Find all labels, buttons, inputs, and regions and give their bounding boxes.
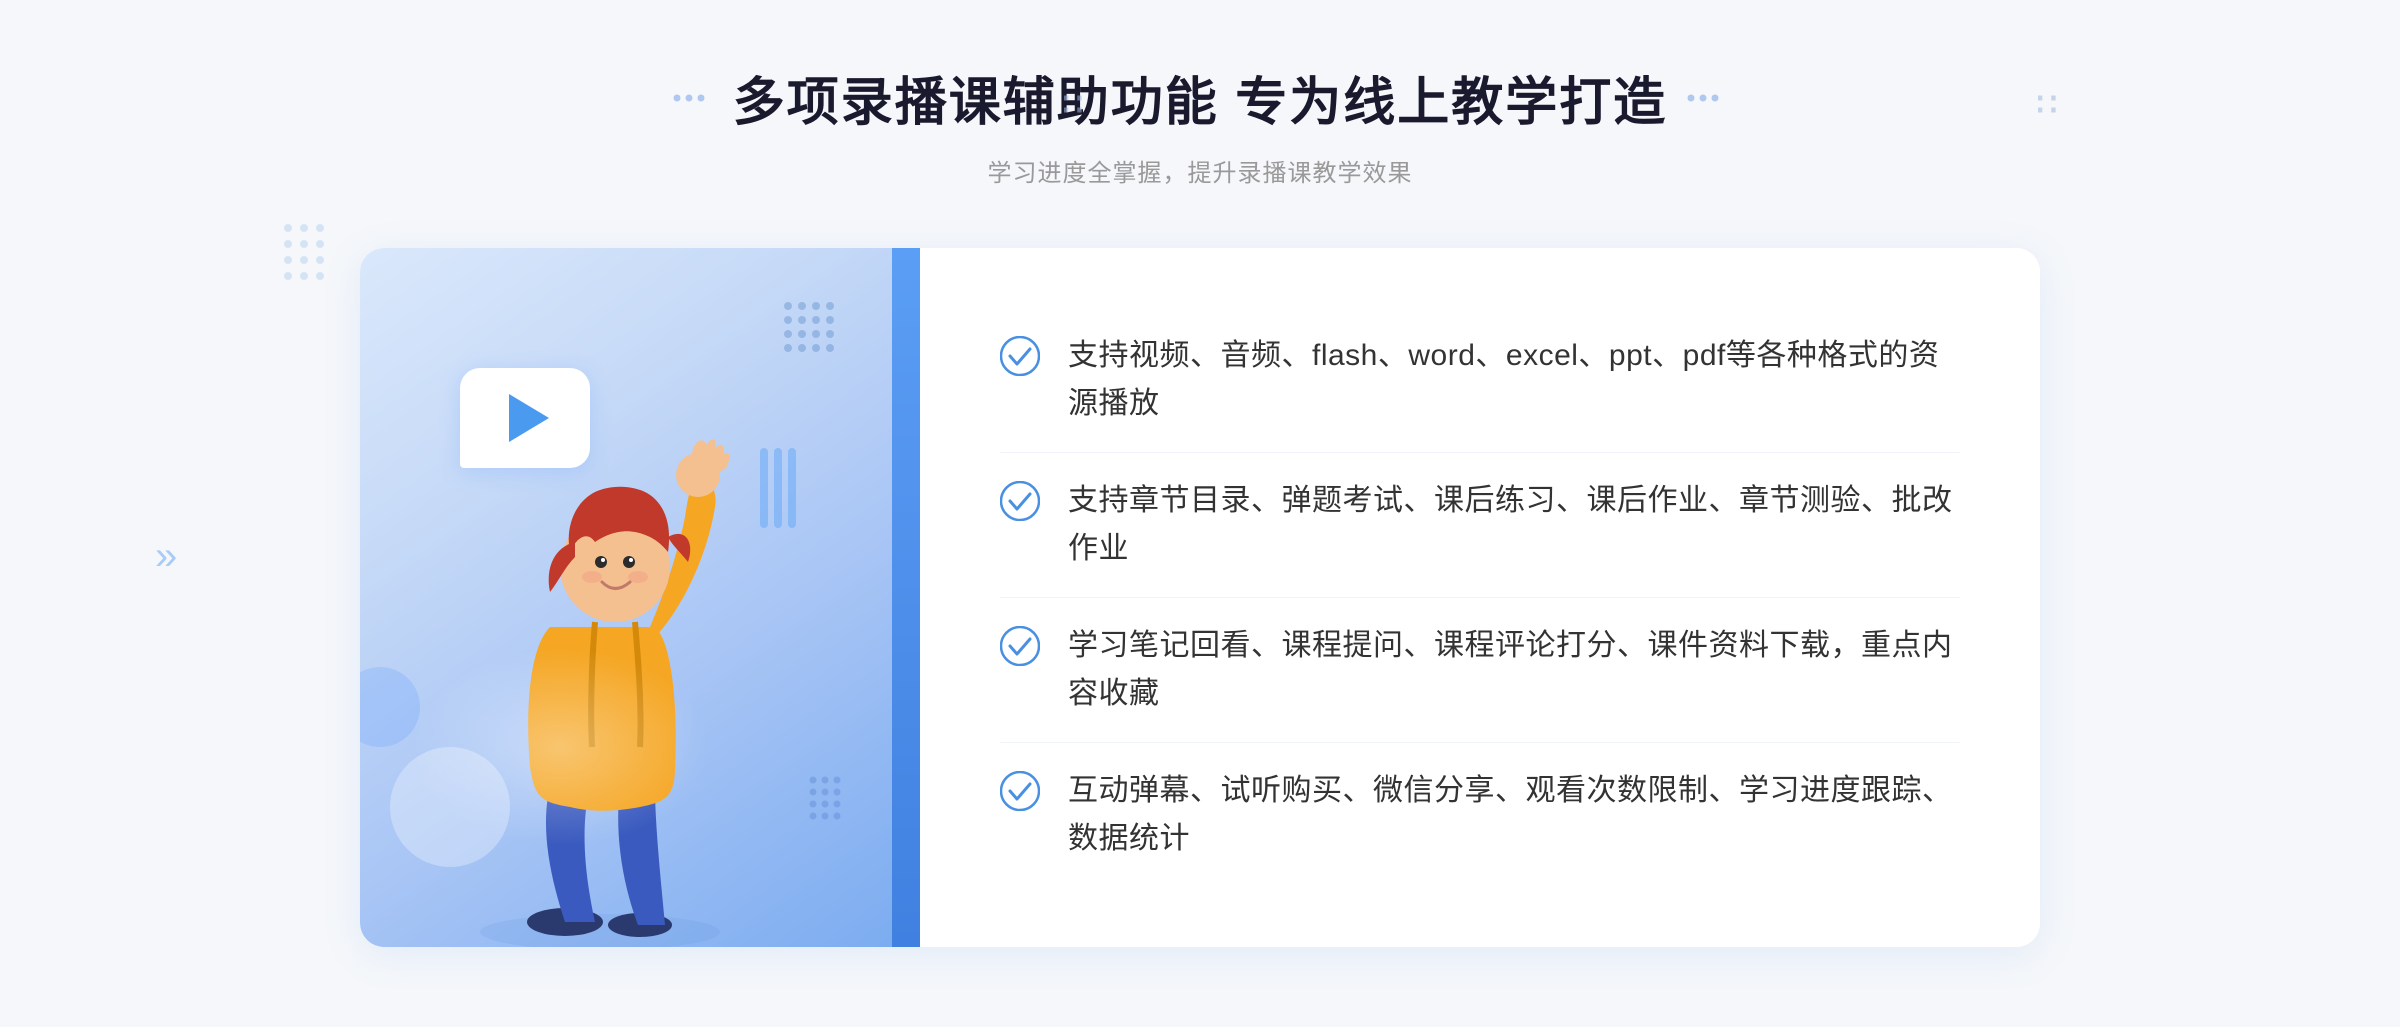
bg-dots-left bbox=[280, 220, 360, 305]
feature-text-3: 学习笔记回看、课程提问、课程评论打分、课件资料下载，重点内容收藏 bbox=[1068, 622, 1960, 718]
header-section: 多项录播课辅助功能 专为线上教学打造 学习进度全掌握，提升录播课教学效果 bbox=[673, 60, 1727, 188]
title-dots-right-outer: ∷ bbox=[2037, 85, 2054, 123]
page-container: 多项录播课辅助功能 专为线上教学打造 学习进度全掌握，提升录播课教学效果 » bbox=[0, 0, 2400, 1027]
title-left-dots bbox=[673, 88, 713, 108]
accent-bar bbox=[892, 248, 920, 947]
content-card: 支持视频、音频、flash、word、excel、ppt、pdf等各种格式的资源… bbox=[360, 248, 2040, 947]
feature-text-1: 支持视频、音频、flash、word、excel、ppt、pdf等各种格式的资源… bbox=[1068, 332, 1960, 428]
deco-circle-small bbox=[360, 667, 420, 747]
feature-text-4: 互动弹幕、试听购买、微信分享、观看次数限制、学习进度跟踪、数据统计 bbox=[1068, 767, 1960, 863]
feature-item-4: 互动弹幕、试听购买、微信分享、观看次数限制、学习进度跟踪、数据统计 bbox=[1000, 743, 1960, 887]
features-panel: 支持视频、音频、flash、word、excel、ppt、pdf等各种格式的资源… bbox=[920, 248, 2040, 947]
title-right-dots bbox=[1687, 88, 1727, 108]
check-icon-3 bbox=[1000, 626, 1040, 666]
svg-text:»: » bbox=[155, 534, 177, 573]
feature-item-3: 学习笔记回看、课程提问、课程评论打分、课件资料下载，重点内容收藏 bbox=[1000, 598, 1960, 743]
page-title: 多项录播课辅助功能 专为线上教学打造 bbox=[733, 60, 1667, 135]
deco-circle-large bbox=[390, 747, 510, 867]
feature-item-2: 支持章节目录、弹题考试、课后练习、课后作业、章节测验、批改作业 bbox=[1000, 453, 1960, 598]
illustration-panel bbox=[360, 248, 920, 947]
feature-text-2: 支持章节目录、弹题考试、课后练习、课后作业、章节测验、批改作业 bbox=[1068, 477, 1960, 573]
check-icon-2 bbox=[1000, 481, 1040, 521]
panel-bottom-dots bbox=[805, 772, 875, 847]
title-dots-left-outer: ∷ bbox=[1063, 85, 1080, 123]
check-icon-4 bbox=[1000, 771, 1040, 811]
chevron-left-decoration: » bbox=[155, 530, 215, 585]
page-subtitle: 学习进度全掌握，提升录播课教学效果 bbox=[673, 153, 1727, 188]
panel-dots-grid bbox=[780, 298, 870, 393]
feature-item-1: 支持视频、音频、flash、word、excel、ppt、pdf等各种格式的资源… bbox=[1000, 308, 1960, 453]
title-row: 多项录播课辅助功能 专为线上教学打造 bbox=[673, 60, 1727, 135]
check-icon-1 bbox=[1000, 336, 1040, 376]
